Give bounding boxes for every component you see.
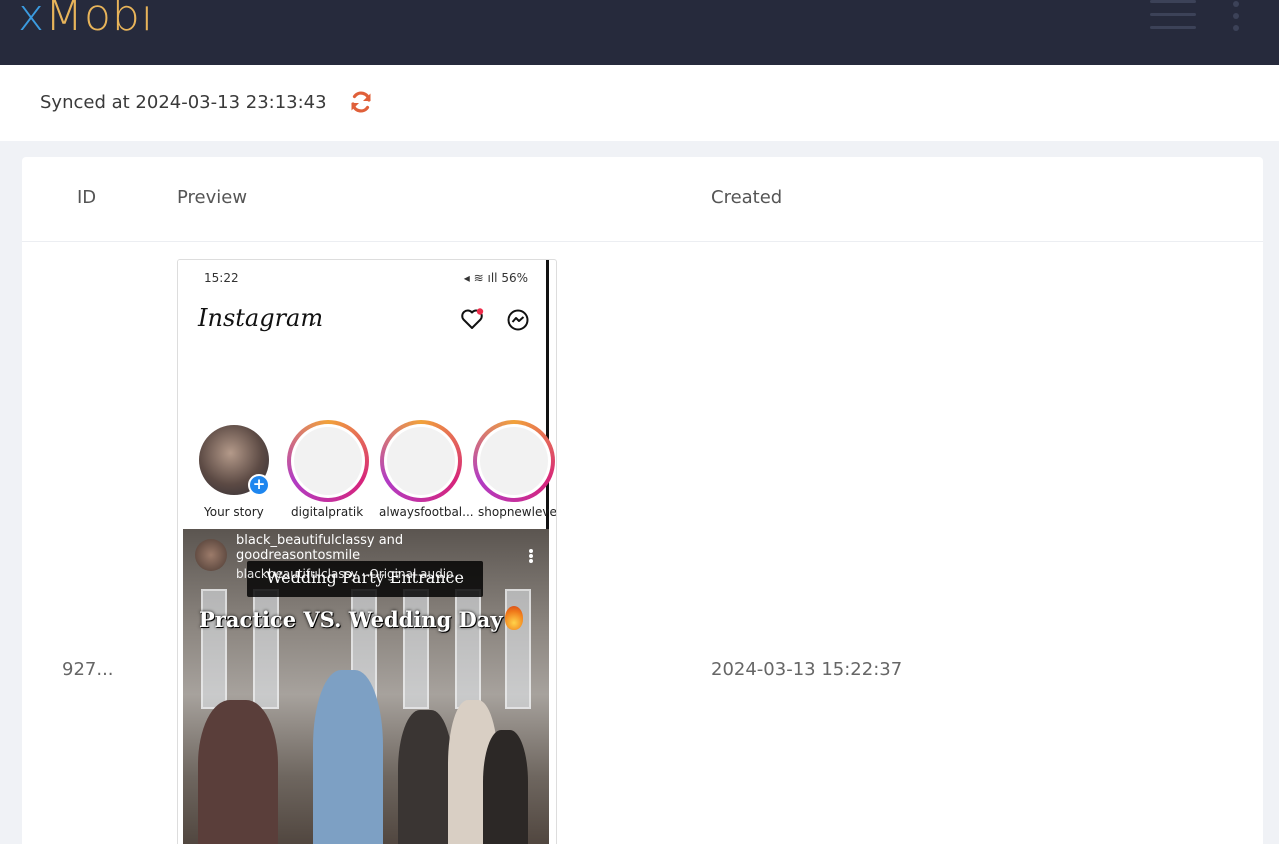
- sync-bar: Synced at 2024-03-13 23:13:43: [0, 65, 1279, 141]
- story-avatar: [294, 427, 362, 495]
- header-divider: [22, 241, 1263, 242]
- menu-bar: [1150, 0, 1196, 3]
- kebab-dot: [1233, 1, 1239, 7]
- story-ring: [287, 420, 369, 502]
- story-inner: [384, 424, 458, 498]
- logo-text: Mobi: [45, 0, 155, 41]
- messenger-icon: [507, 309, 529, 331]
- dancer: [198, 700, 278, 844]
- post-more-icon: [529, 549, 533, 563]
- logo-x: x: [18, 0, 46, 41]
- story-ring: [380, 420, 462, 502]
- post-users: black_beautifulclassy and goodreasontosm…: [236, 533, 403, 563]
- instagram-logo: Instagram: [198, 304, 324, 332]
- kebab-menu-icon[interactable]: [1230, 0, 1242, 32]
- top-navbar: xMobi: [0, 0, 1279, 65]
- story-label: Your story: [204, 505, 264, 519]
- phone-screen: 15:22 ◂ ≋ ıll 56% Instagram ⌄ + Your sto…: [178, 260, 556, 844]
- dancer: [483, 730, 528, 844]
- story-avatar: [480, 427, 548, 495]
- fire-icon: [505, 606, 523, 630]
- refresh-icon[interactable]: [349, 90, 373, 114]
- video-caption: Practice VS. Wedding Day: [199, 607, 503, 632]
- dancer: [398, 710, 453, 844]
- menu-bar: [1150, 26, 1196, 29]
- preview-thumbnail[interactable]: 15:22 ◂ ≋ ıll 56% Instagram ⌄ + Your sto…: [177, 259, 557, 844]
- story-avatar: [387, 427, 455, 495]
- phone-time: 15:22: [204, 271, 239, 285]
- post-user-line: black_beautifulclassy and: [236, 533, 404, 548]
- chevron-down-icon: ⌄: [308, 314, 319, 328]
- status-icons: ◂ ≋ ıll: [463, 271, 502, 285]
- hamburger-menu-icon[interactable]: [1150, 0, 1196, 32]
- story-label: digitalpratik: [291, 505, 364, 519]
- column-header-created[interactable]: Created: [711, 187, 782, 208]
- story-label: shopnewleve: [478, 505, 557, 519]
- kebab-dot: [1233, 25, 1239, 31]
- kebab-dot: [1233, 13, 1239, 19]
- sync-status: Synced at 2024-03-13 23:13:43: [40, 92, 327, 113]
- story-ring: [473, 420, 555, 502]
- post-audio: blackbeautifulclassy · Original audio: [236, 567, 454, 581]
- battery-level: 56%: [501, 271, 528, 285]
- app-logo[interactable]: xMobi: [18, 0, 154, 46]
- post-avatar: [195, 539, 227, 571]
- column-header-id[interactable]: ID: [77, 187, 96, 208]
- column-header-preview[interactable]: Preview: [177, 187, 247, 208]
- phone-battery: ◂ ≋ ıll 56%: [464, 271, 528, 285]
- menu-bar: [1150, 13, 1196, 16]
- reel-video: black_beautifulclassy and goodreasontosm…: [183, 529, 549, 844]
- story-inner: [477, 424, 551, 498]
- dancer: [313, 670, 383, 844]
- heart-icon: [461, 308, 484, 329]
- story-label: alwaysfootbal...: [379, 505, 474, 519]
- add-story-icon: +: [248, 474, 270, 496]
- row-id: 927...: [62, 659, 114, 680]
- story-inner: [291, 424, 365, 498]
- row-created: 2024-03-13 15:22:37: [711, 659, 903, 680]
